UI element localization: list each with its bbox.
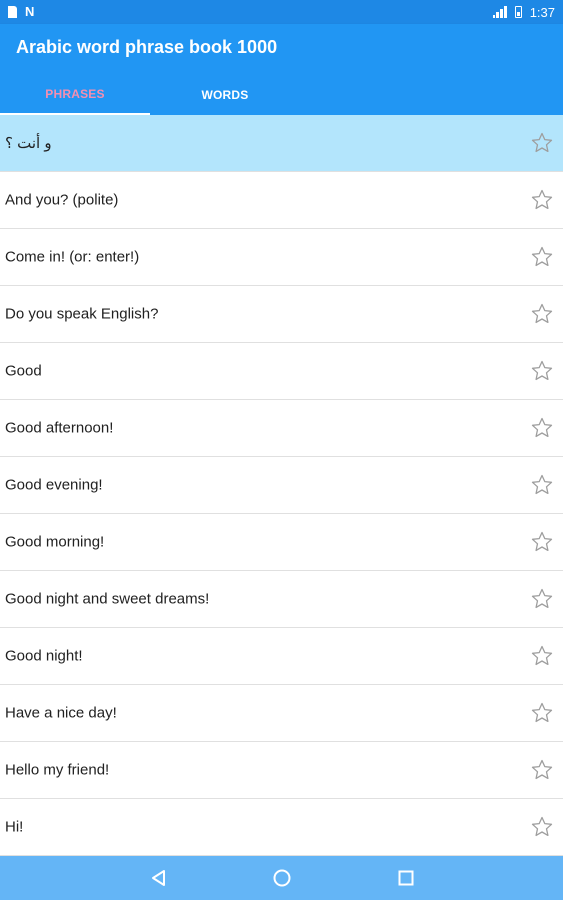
list-item[interactable]: Hi! — [0, 799, 563, 856]
star-icon[interactable] — [530, 530, 554, 554]
star-icon[interactable] — [530, 701, 554, 725]
list-item[interactable]: And you? (polite) — [0, 172, 563, 229]
list-item[interactable]: Good night! — [0, 628, 563, 685]
star-icon[interactable] — [530, 245, 554, 269]
list-item-label: Good — [5, 362, 42, 380]
list-item-label: و أنت ؟ — [5, 135, 52, 152]
signal-icon — [492, 6, 507, 18]
list-item[interactable]: Good — [0, 343, 563, 400]
list-item-label: Come in! (or: enter!) — [5, 248, 140, 266]
nfc-icon: N — [25, 4, 35, 19]
status-left: N — [8, 4, 35, 19]
star-icon[interactable] — [530, 758, 554, 782]
status-right: 1:37 — [492, 4, 555, 20]
list-item[interactable]: Good afternoon! — [0, 400, 563, 457]
list-item-label: Good afternoon! — [5, 419, 114, 437]
list-item-label: And you? (polite) — [5, 191, 119, 209]
status-bar: N 1:37 — [0, 0, 563, 24]
app-bar: Arabic word phrase book 1000 PHRASES WOR… — [0, 24, 563, 115]
star-icon[interactable] — [530, 302, 554, 326]
list-item-label: Hello my friend! — [5, 761, 110, 779]
navigation-bar — [0, 856, 563, 900]
list-item-label: Have a nice day! — [5, 704, 117, 722]
star-icon[interactable] — [530, 416, 554, 440]
list-item-label: Good morning! — [5, 533, 105, 551]
star-icon[interactable] — [530, 644, 554, 668]
list-item[interactable]: Hello my friend! — [0, 742, 563, 799]
list-item-label: Do you speak English? — [5, 305, 159, 323]
list-item-label: Hi! — [5, 818, 24, 836]
home-icon[interactable] — [270, 866, 294, 890]
tab-words[interactable]: WORDS — [150, 74, 300, 115]
recents-icon[interactable] — [394, 866, 418, 890]
tab-phrases[interactable]: PHRASES — [0, 74, 150, 115]
status-time: 1:37 — [529, 4, 555, 20]
star-icon[interactable] — [530, 815, 554, 839]
star-icon[interactable] — [530, 473, 554, 497]
back-icon[interactable] — [146, 866, 170, 890]
list-item[interactable]: Good morning! — [0, 514, 563, 571]
star-icon[interactable] — [530, 359, 554, 383]
list-item-label: Good night! — [5, 647, 83, 665]
list-item[interactable]: Do you speak English? — [0, 286, 563, 343]
phrase-list[interactable]: و أنت ؟ And you? (polite) Come in! (or: en… — [0, 115, 563, 856]
list-item[interactable]: Have a nice day! — [0, 685, 563, 742]
list-item[interactable]: و أنت ؟ — [0, 115, 563, 172]
list-item-label: Good evening! — [5, 476, 103, 494]
star-icon[interactable] — [530, 587, 554, 611]
list-item[interactable]: Good night and sweet dreams! — [0, 571, 563, 628]
tab-bar: PHRASES WORDS — [0, 74, 300, 115]
sim-icon — [8, 6, 17, 18]
star-icon[interactable] — [530, 131, 554, 155]
list-item-label: Good night and sweet dreams! — [5, 590, 210, 608]
app-title: Arabic word phrase book 1000 — [16, 37, 278, 57]
list-item[interactable]: Come in! (or: enter!) — [0, 229, 563, 286]
battery-icon — [514, 6, 522, 18]
star-icon[interactable] — [530, 188, 554, 212]
list-item[interactable]: Good evening! — [0, 457, 563, 514]
